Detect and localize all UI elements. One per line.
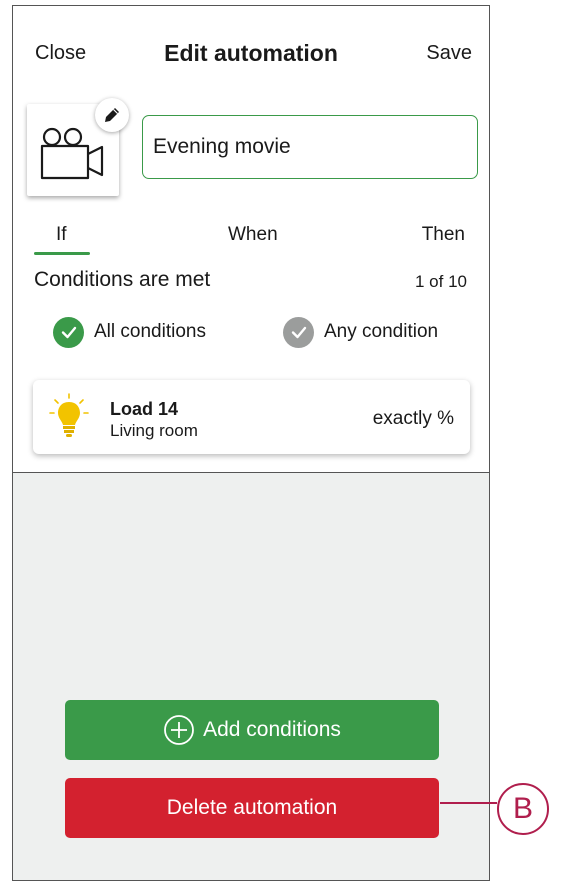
save-button[interactable]: Save	[426, 42, 472, 65]
lightbulb-icon	[49, 393, 89, 437]
plus-circle-icon	[164, 715, 195, 745]
any-condition-option[interactable]: Any condition	[283, 316, 438, 348]
device-condition-value: exactly %	[372, 408, 454, 429]
pencil-icon	[105, 108, 119, 122]
phone-screen: Close Edit automation Save If When Then	[12, 5, 490, 881]
conditions-count: 1 of 10	[415, 272, 467, 291]
delete-automation-label: Delete automation	[166, 796, 338, 819]
device-name: Load 14	[110, 399, 179, 419]
edit-icon-button[interactable]	[95, 98, 129, 132]
condition-device-card[interactable]: Load 14 Living room exactly %	[33, 380, 470, 454]
check-unselected-icon	[283, 316, 314, 348]
add-conditions-label: Add conditions	[203, 718, 341, 741]
conditions-label: Conditions are met	[34, 268, 211, 291]
automation-editor-panel: Close Edit automation Save If When Then	[13, 6, 489, 473]
callout-marker: B	[497, 783, 549, 835]
all-conditions-option[interactable]: All conditions	[53, 316, 206, 348]
automation-name-input[interactable]	[142, 115, 478, 179]
delete-automation-button[interactable]: Delete automation	[65, 778, 439, 838]
tab-when[interactable]: When	[228, 224, 278, 246]
callout-line	[440, 802, 497, 804]
active-tab-indicator	[34, 252, 90, 255]
any-condition-label: Any condition	[324, 321, 439, 342]
device-room: Living room	[110, 421, 198, 440]
check-selected-icon	[53, 316, 84, 348]
tab-if[interactable]: If	[56, 224, 67, 246]
add-conditions-button[interactable]: Add conditions	[65, 700, 439, 760]
all-conditions-label: All conditions	[94, 321, 206, 342]
callout-label: B	[512, 792, 533, 825]
page-title: Edit automation	[164, 40, 338, 66]
tab-then[interactable]: Then	[422, 224, 465, 246]
